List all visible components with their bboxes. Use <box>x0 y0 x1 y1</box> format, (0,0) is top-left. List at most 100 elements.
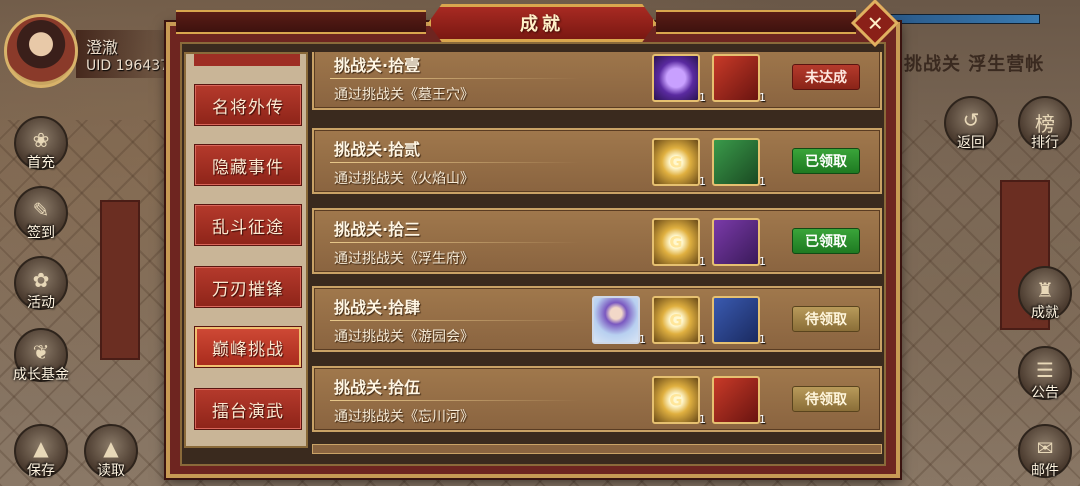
achievement-title: 挑战关·拾肆 <box>334 298 421 317</box>
shelf-left <box>100 200 140 360</box>
title-wing-right <box>656 10 856 34</box>
reward-item-gold-gem[interactable]: G 1 <box>652 218 706 268</box>
save-icon: ▲ <box>33 436 49 460</box>
scroll-icon: ☰ <box>1036 358 1054 382</box>
region-title: 挑战关 浮生营帐 <box>904 54 1045 75</box>
reward-item-book[interactable]: 1 <box>712 218 766 268</box>
achievement-title: 挑战关·拾三 <box>334 220 421 239</box>
notice-label: 公告 <box>1031 385 1059 401</box>
reward-count: 1 <box>759 413 766 426</box>
reward-count: 1 <box>699 255 706 268</box>
achievement-desc: 通过挑战关《浮生府》 <box>334 251 474 267</box>
rank-button[interactable]: 榜 排行 <box>1018 96 1072 151</box>
category-label: 万刃摧锋 <box>212 279 284 300</box>
flower-icon: ✿ <box>32 268 50 292</box>
gem-emblem-icon: G <box>669 232 683 252</box>
plant-icon: ❦ <box>32 340 50 364</box>
list-bottom-strip <box>312 444 882 454</box>
category-item-active[interactable]: 巅峰挑战 <box>194 326 302 368</box>
panel-title: 成就 <box>428 4 656 42</box>
close-icon: ✕ <box>866 10 884 35</box>
reward-item-book[interactable]: 1 <box>712 138 766 188</box>
reward-count: 1 <box>759 91 766 104</box>
category-item[interactable]: 名将外传 <box>194 84 302 126</box>
return-button[interactable]: ↺ 返回 <box>944 96 998 151</box>
load-icon: ▲ <box>103 436 119 460</box>
category-item[interactable]: 擂台演武 <box>194 388 302 430</box>
events-button[interactable]: ✿ 活动 <box>14 256 68 311</box>
mail-icon: ✉ <box>1036 436 1054 460</box>
rank-icon: 榜 <box>1035 112 1055 136</box>
growth-fund-button[interactable]: ❦ 成长基金 <box>13 328 69 383</box>
status-button[interactable]: 待领取 <box>792 306 860 332</box>
achievement-desc: 通过挑战关《火焰山》 <box>334 171 474 187</box>
load-button[interactable]: ▲ 读取 <box>84 424 138 479</box>
reward-count: 1 <box>699 91 706 104</box>
reward-item-gold-gem[interactable]: G 1 <box>652 296 706 346</box>
reward-item-gold-gem[interactable]: G 1 <box>652 138 706 188</box>
gem-emblem-icon: G <box>669 152 683 172</box>
reward-item-gold-gem[interactable]: G 1 <box>652 376 706 426</box>
reward-item-character[interactable]: 1 <box>592 296 646 346</box>
achievement-icon: ♜ <box>1036 278 1054 302</box>
return-icon: ↺ <box>962 108 980 132</box>
events-label: 活动 <box>27 295 55 311</box>
category-item[interactable]: 万刃摧锋 <box>194 266 302 308</box>
mail-button[interactable]: ✉ 邮件 <box>1018 424 1072 479</box>
growth-fund-label: 成长基金 <box>13 367 69 383</box>
category-label: 擂台演武 <box>212 401 284 422</box>
achievement-row: 挑战关·拾肆 通过挑战关《游园会》 1 G 1 1 待领取 <box>312 286 882 352</box>
status-button[interactable]: 未达成 <box>792 64 860 90</box>
category-label: 名将外传 <box>212 97 284 118</box>
progress-bar <box>890 14 1040 24</box>
reward-item-purple-gem[interactable]: 1 <box>652 54 706 104</box>
reward-count: 1 <box>639 333 646 346</box>
achievement-row: 挑战关·拾贰 通过挑战关《火焰山》 G 1 1 已领取 <box>312 128 882 194</box>
category-item[interactable]: 隐藏事件 <box>194 144 302 186</box>
row-divider <box>330 242 580 243</box>
player-name: 澄澈 <box>86 38 119 57</box>
reward-count: 1 <box>699 175 706 188</box>
reward-item-book[interactable]: 1 <box>712 54 766 104</box>
reward-count: 1 <box>759 333 766 346</box>
save-button[interactable]: ▲ 保存 <box>14 424 68 479</box>
achievement-desc: 通过挑战关《游园会》 <box>334 329 474 345</box>
achievement-button[interactable]: ♜ 成就 <box>1018 266 1072 321</box>
row-divider <box>330 320 580 321</box>
category-label: 隐藏事件 <box>212 157 284 178</box>
panel-title-text: 成就 <box>520 14 564 35</box>
achievement-title: 挑战关·拾贰 <box>334 140 421 159</box>
first-recharge-label: 首充 <box>27 155 55 171</box>
first-recharge-button[interactable]: ❀ 首充 <box>14 116 68 171</box>
status-button[interactable]: 待领取 <box>792 386 860 412</box>
brush-icon: ✎ <box>32 198 50 222</box>
title-wing-left <box>176 10 426 34</box>
reward-count: 1 <box>759 175 766 188</box>
return-label: 返回 <box>957 135 985 151</box>
category-item[interactable]: 乱斗征途 <box>194 204 302 246</box>
reward-count: 1 <box>699 413 706 426</box>
gift-icon: ❀ <box>32 128 50 152</box>
row-divider <box>330 400 580 401</box>
notice-button[interactable]: ☰ 公告 <box>1018 346 1072 401</box>
status-button[interactable]: 已领取 <box>792 148 860 174</box>
load-label: 读取 <box>97 463 125 479</box>
achievement-list[interactable]: 挑战关·拾壹 通过挑战关《墓王穴》 1 1 未达成 挑战关·拾贰 通过挑战关《火… <box>312 52 884 452</box>
mail-label: 邮件 <box>1031 463 1059 479</box>
category-label: 巅峰挑战 <box>212 339 284 360</box>
player-uid: UID 1964378 <box>86 58 178 74</box>
sign-in-button[interactable]: ✎ 签到 <box>14 186 68 241</box>
row-divider <box>330 78 580 79</box>
player-avatar[interactable] <box>4 14 78 88</box>
achievement-row: 挑战关·拾壹 通过挑战关《墓王穴》 1 1 未达成 <box>312 52 882 110</box>
achievement-label: 成就 <box>1031 305 1059 321</box>
gem-emblem-icon: G <box>669 310 683 330</box>
reward-item-book[interactable]: 1 <box>712 296 766 346</box>
reward-item-book[interactable]: 1 <box>712 376 766 426</box>
status-button[interactable]: 已领取 <box>792 228 860 254</box>
achievement-title: 挑战关·拾伍 <box>334 378 421 397</box>
achievement-desc: 通过挑战关《墓王穴》 <box>334 87 474 103</box>
category-label: 乱斗征途 <box>212 217 284 238</box>
category-top-strip <box>194 54 300 66</box>
achievement-row: 挑战关·拾伍 通过挑战关《忘川河》 G 1 1 待领取 <box>312 366 882 432</box>
